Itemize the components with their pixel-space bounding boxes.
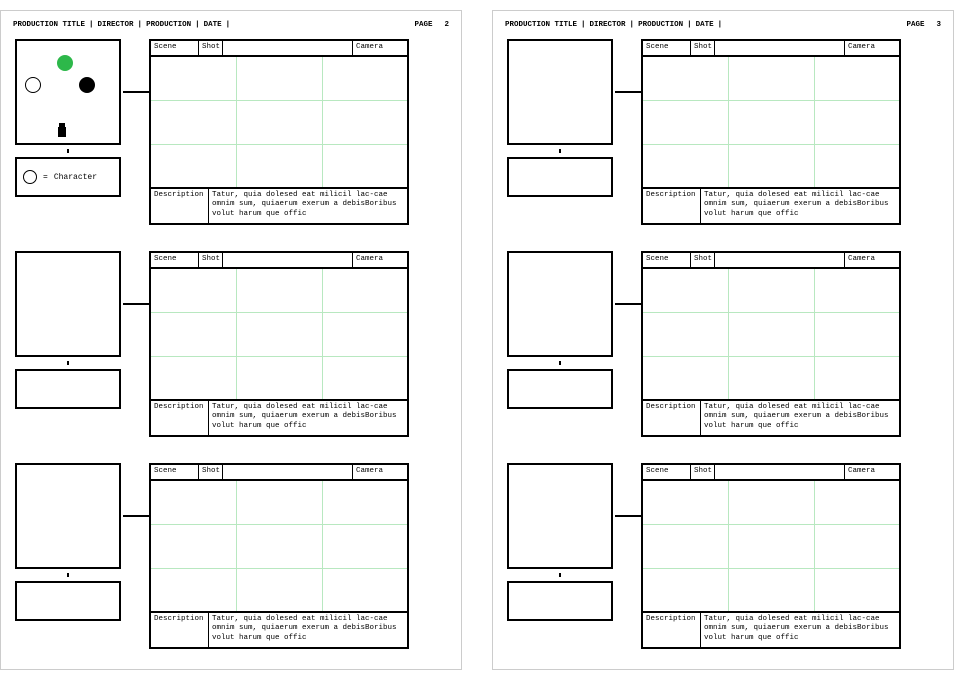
production-label: PRODUCTION — [638, 21, 683, 29]
page-number-group: PAGE 2 — [414, 21, 449, 29]
shot-label: Shot — [691, 465, 715, 479]
description-label: Description — [151, 613, 209, 647]
description-text: Tatur, quia dolesed eat milicil lac-cae … — [701, 401, 899, 435]
note-box — [507, 157, 613, 197]
storyboard-row: Scene Shot Camera Description Tatur, qui… — [13, 251, 449, 451]
scene-label: Scene — [151, 465, 199, 479]
shot-value — [715, 41, 845, 55]
storyboard-row: Scene Shot Camera Description Tatur, qui… — [505, 251, 941, 451]
shot-value — [223, 41, 353, 55]
description-text: Tatur, quia dolesed eat milicil lac-cae … — [701, 613, 899, 647]
production-title-label: PRODUCTION TITLE — [505, 21, 577, 29]
storyboard-row: Scene Shot Camera Description Tatur, qui… — [13, 463, 449, 663]
frame-grid — [151, 57, 407, 187]
blocking-diagram — [507, 463, 613, 569]
description-text: Tatur, quia dolesed eat milicil lac-cae … — [701, 189, 899, 223]
camera-label: Camera — [353, 41, 407, 55]
description-label: Description — [151, 189, 209, 223]
connector — [123, 91, 149, 93]
note-box — [15, 581, 121, 621]
page-number-group: PAGE 3 — [906, 21, 941, 29]
description-label: Description — [151, 401, 209, 435]
director-label: DIRECTOR — [98, 21, 134, 29]
description-text: Tatur, quia dolesed eat milicil lac-cae … — [209, 613, 407, 647]
page-number: 3 — [936, 21, 941, 29]
shot-label: Shot — [199, 41, 223, 55]
frame-grid — [151, 269, 407, 399]
blocking-diagram — [507, 251, 613, 357]
camera-label: Camera — [353, 253, 407, 267]
page-label: PAGE — [906, 21, 924, 29]
production-label: PRODUCTION — [146, 21, 191, 29]
page-header: PRODUCTION TITLE|DIRECTOR|PRODUCTION|DAT… — [13, 21, 449, 29]
header-fields: PRODUCTION TITLE|DIRECTOR|PRODUCTION|DAT… — [13, 21, 234, 29]
connector — [123, 303, 149, 305]
connector — [615, 515, 641, 517]
frame-grid — [643, 269, 899, 399]
shot-value — [223, 465, 353, 479]
shot-panel: Scene Shot Camera Description Tatur, qui… — [149, 463, 409, 649]
shot-label: Shot — [199, 253, 223, 267]
connector — [615, 91, 641, 93]
description-label: Description — [643, 189, 701, 223]
character-marker-black — [79, 77, 95, 93]
connector — [615, 303, 641, 305]
blocking-diagram — [15, 463, 121, 569]
legend-box: = Character — [15, 157, 121, 197]
scene-label: Scene — [151, 41, 199, 55]
shot-panel: Scene Shot Camera Description Tatur, qui… — [641, 251, 901, 437]
date-label: DATE — [204, 21, 222, 29]
description-label: Description — [643, 613, 701, 647]
scene-label: Scene — [643, 41, 691, 55]
camera-label: Camera — [353, 465, 407, 479]
blocking-diagram — [15, 39, 121, 145]
production-title-label: PRODUCTION TITLE — [13, 21, 85, 29]
note-box — [507, 369, 613, 409]
page-label: PAGE — [414, 21, 432, 29]
scene-label: Scene — [151, 253, 199, 267]
legend-character-label: Character — [54, 173, 97, 182]
shot-label: Shot — [691, 253, 715, 267]
shot-panel: Scene Shot Camera Description Tatur, qui… — [641, 39, 901, 225]
shot-label: Shot — [199, 465, 223, 479]
storyboard-row: Scene Shot Camera Description Tatur, qui… — [505, 39, 941, 239]
shot-value — [223, 253, 353, 267]
director-label: DIRECTOR — [590, 21, 626, 29]
legend-circle-icon — [23, 170, 37, 184]
scene-label: Scene — [643, 465, 691, 479]
shot-value — [715, 465, 845, 479]
blocking-diagram — [15, 251, 121, 357]
storyboard-page: PRODUCTION TITLE|DIRECTOR|PRODUCTION|DAT… — [492, 10, 954, 670]
note-box — [507, 581, 613, 621]
camera-label: Camera — [845, 253, 899, 267]
page-header: PRODUCTION TITLE|DIRECTOR|PRODUCTION|DAT… — [505, 21, 941, 29]
scene-label: Scene — [643, 253, 691, 267]
character-marker-white — [25, 77, 41, 93]
note-box — [15, 369, 121, 409]
storyboard-row: = Character Scene Shot Camera Descriptio… — [13, 39, 449, 239]
storyboard-row: Scene Shot Camera Description Tatur, qui… — [505, 463, 941, 663]
connector — [123, 515, 149, 517]
camera-icon — [57, 123, 67, 137]
blocking-diagram — [507, 39, 613, 145]
camera-label: Camera — [845, 41, 899, 55]
frame-grid — [151, 481, 407, 611]
character-marker-green — [57, 55, 73, 71]
shot-panel: Scene Shot Camera Description Tatur, qui… — [641, 463, 901, 649]
description-text: Tatur, quia dolesed eat milicil lac-cae … — [209, 401, 407, 435]
shot-value — [715, 253, 845, 267]
description-label: Description — [643, 401, 701, 435]
shot-label: Shot — [691, 41, 715, 55]
storyboard-page: PRODUCTION TITLE|DIRECTOR|PRODUCTION|DAT… — [0, 10, 462, 670]
description-text: Tatur, quia dolesed eat milicil lac-cae … — [209, 189, 407, 223]
shot-panel: Scene Shot Camera Description Tatur, qui… — [149, 251, 409, 437]
date-label: DATE — [696, 21, 714, 29]
header-fields: PRODUCTION TITLE|DIRECTOR|PRODUCTION|DAT… — [505, 21, 726, 29]
legend-equals: = — [43, 173, 48, 182]
page-number: 2 — [444, 21, 449, 29]
shot-panel: Scene Shot Camera Description Tatur, qui… — [149, 39, 409, 225]
frame-grid — [643, 481, 899, 611]
frame-grid — [643, 57, 899, 187]
camera-label: Camera — [845, 465, 899, 479]
